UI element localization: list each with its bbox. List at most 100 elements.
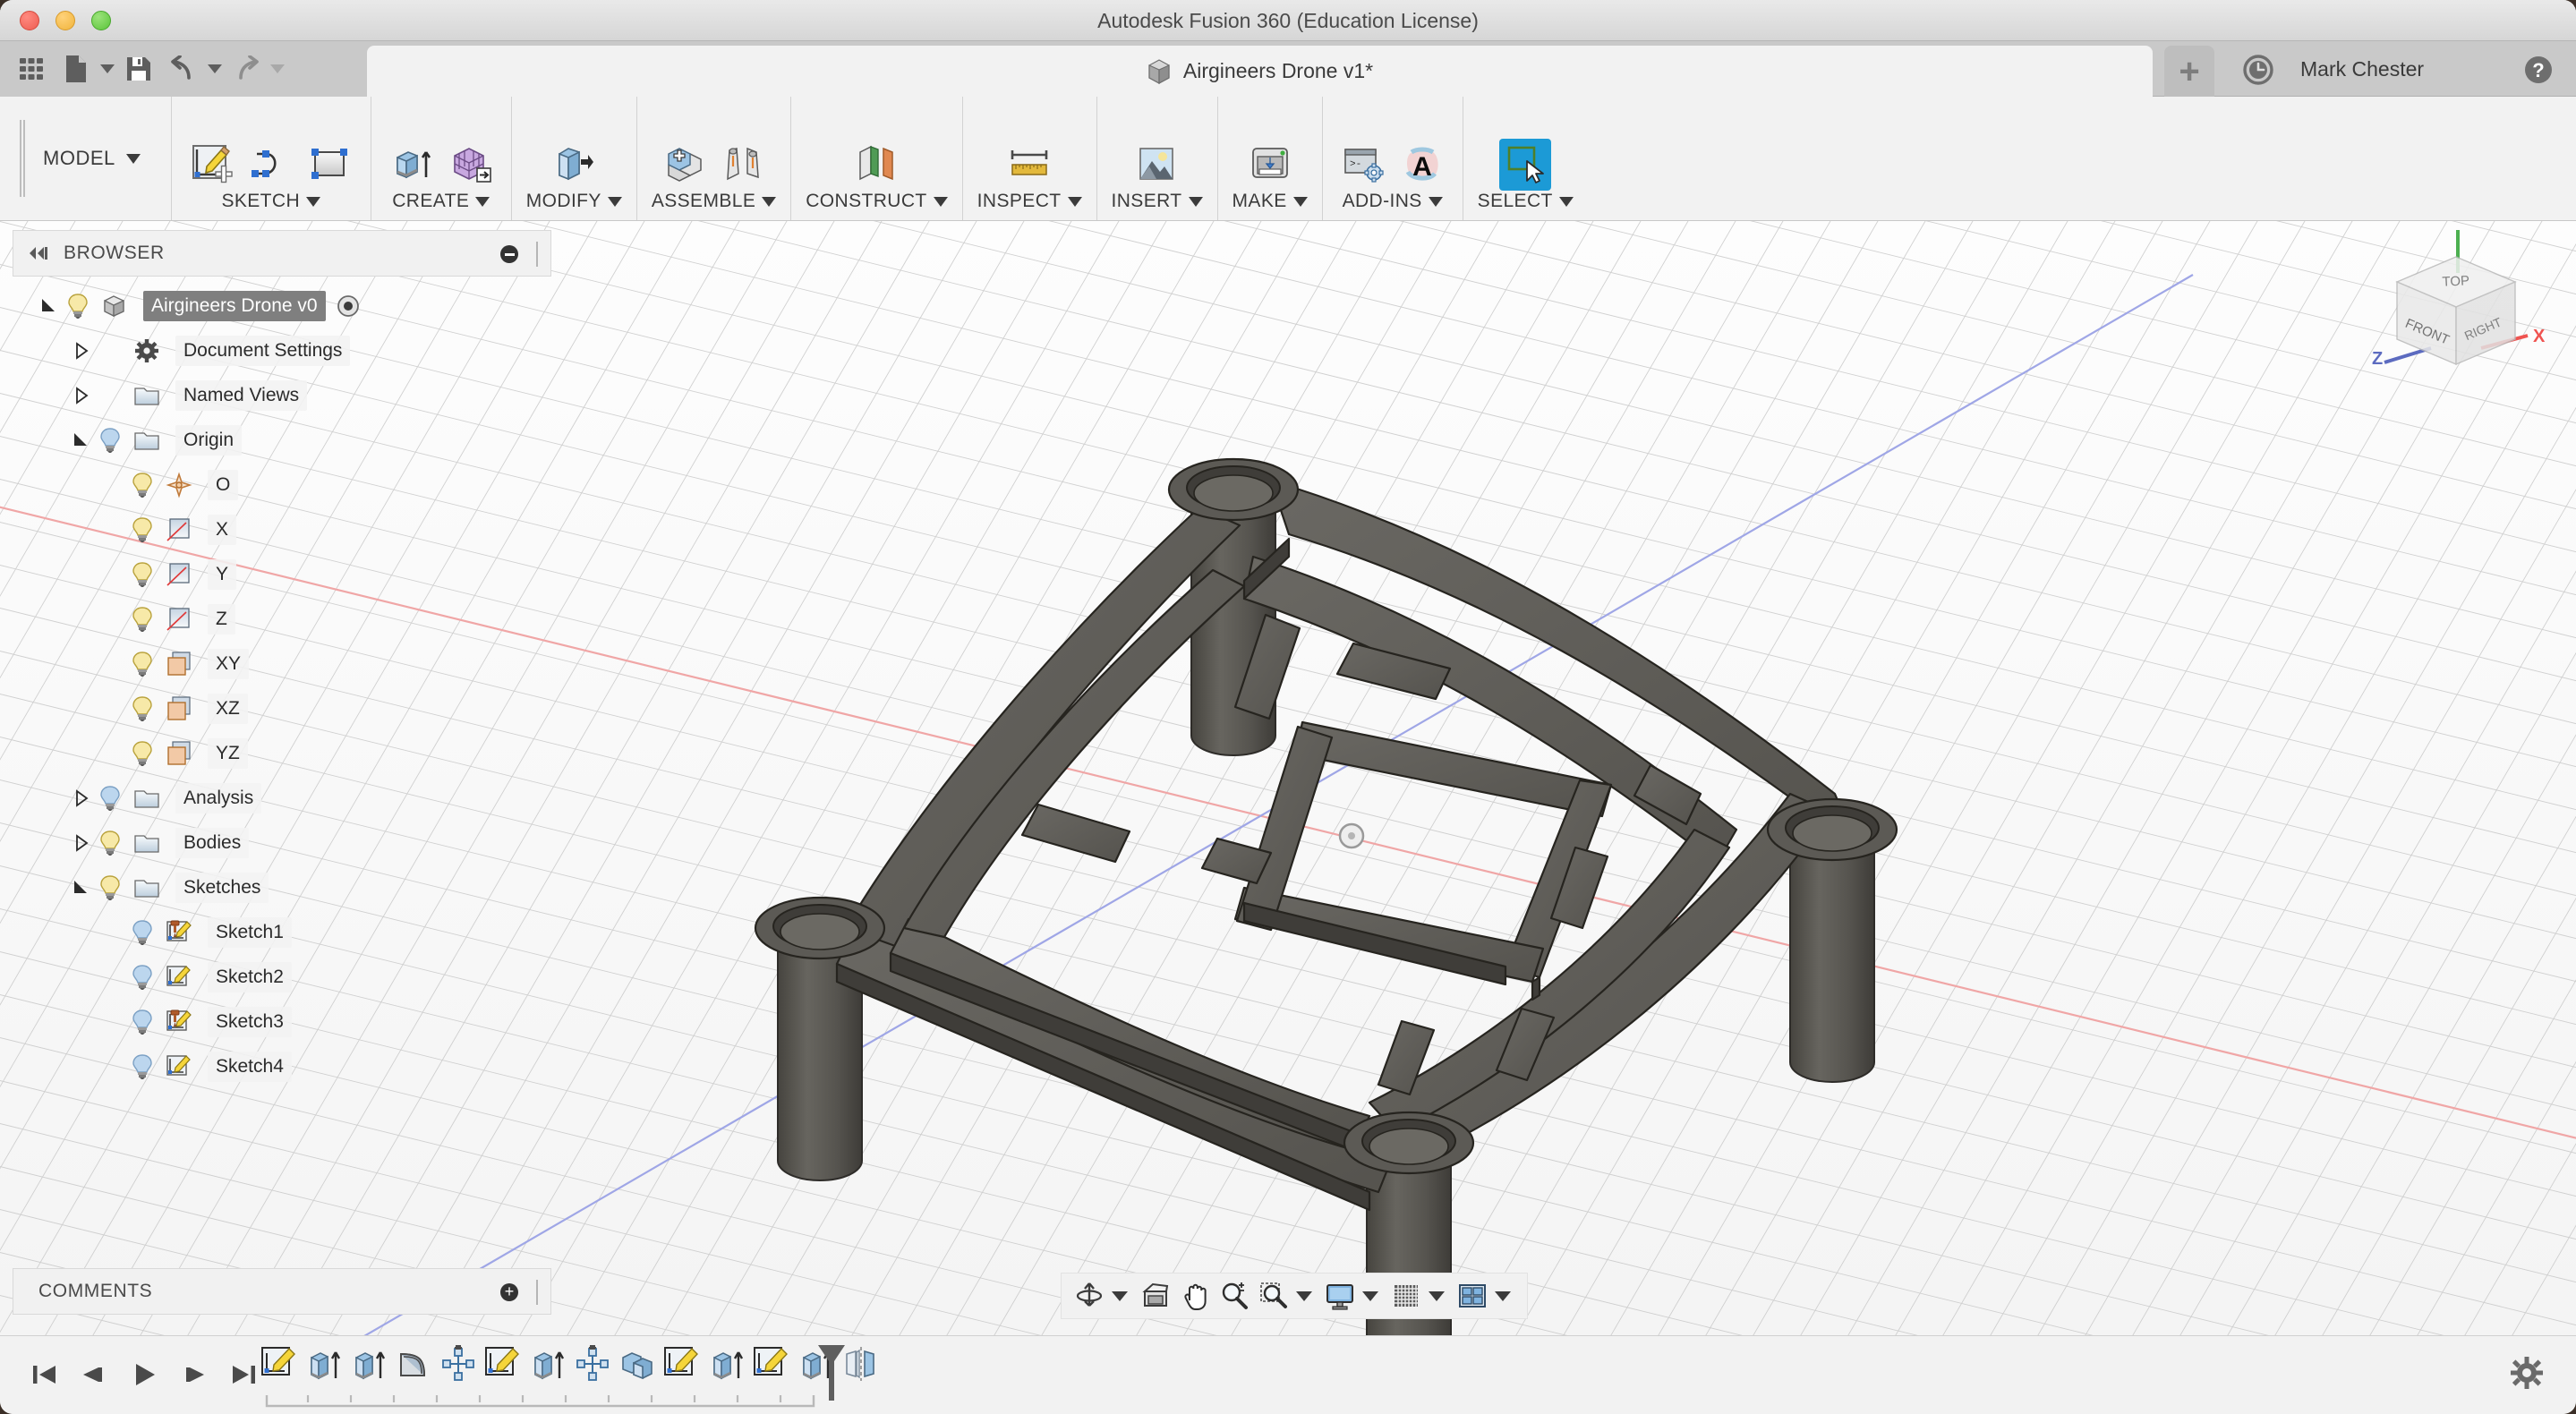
- browser-tree-item[interactable]: Sketch3: [13, 1000, 551, 1044]
- visibility-bulb-icon[interactable]: [131, 919, 154, 946]
- visibility-bulb-icon[interactable]: [98, 785, 122, 812]
- display-settings-icon[interactable]: [1321, 1277, 1359, 1315]
- browser-tree-item[interactable]: Bodies: [13, 821, 551, 865]
- 3d-print-icon[interactable]: [1244, 139, 1296, 191]
- browser-tree-item[interactable]: XY: [13, 642, 551, 686]
- visibility-bulb-icon[interactable]: [98, 830, 122, 856]
- collapse-panel-icon[interactable]: [26, 244, 51, 262]
- chevron-down-icon[interactable]: [1428, 196, 1443, 207]
- new-tab-button[interactable]: +: [2164, 46, 2214, 97]
- timeline-feature-extrude-icon[interactable]: [349, 1345, 388, 1384]
- browser-tree-item[interactable]: Analysis: [13, 776, 551, 821]
- zoom-icon[interactable]: [1215, 1277, 1253, 1315]
- redo-icon[interactable]: [226, 48, 267, 89]
- browser-tree-item[interactable]: Z: [13, 597, 551, 642]
- browser-resize-grip[interactable]: [536, 242, 540, 267]
- go-to-end-icon[interactable]: [229, 1359, 260, 1392]
- help-icon[interactable]: ?: [2522, 54, 2555, 86]
- measure-icon[interactable]: [1003, 139, 1055, 191]
- spline-icon[interactable]: [245, 139, 297, 191]
- zoom-window-icon[interactable]: [1255, 1277, 1292, 1315]
- visibility-bulb-icon[interactable]: [131, 516, 154, 543]
- timeline-feature-extrude-icon[interactable]: [707, 1345, 746, 1384]
- play-icon[interactable]: [129, 1359, 159, 1392]
- expand-toggle-icon[interactable]: [72, 341, 91, 361]
- timeline-feature-pattern-icon[interactable]: [573, 1345, 612, 1384]
- app-grid-icon[interactable]: [11, 48, 52, 89]
- visibility-bulb-icon[interactable]: [131, 695, 154, 722]
- job-status-clock-icon[interactable]: [2242, 54, 2274, 86]
- expand-toggle-icon[interactable]: [72, 430, 91, 450]
- pattern-icon[interactable]: [445, 139, 497, 191]
- step-forward-icon[interactable]: [179, 1359, 209, 1392]
- browser-tree-item[interactable]: Sketch2: [13, 955, 551, 1000]
- browser-tree-item[interactable]: Y: [13, 552, 551, 597]
- chevron-down-icon[interactable]: [933, 196, 948, 207]
- insert-canvas-icon[interactable]: [1131, 139, 1183, 191]
- visibility-bulb-icon[interactable]: [131, 651, 154, 677]
- viewports-dropdown-caret[interactable]: [1495, 1290, 1511, 1301]
- app-store-icon[interactable]: A: [1396, 139, 1448, 191]
- visibility-bulb-icon[interactable]: [131, 740, 154, 767]
- expand-toggle-icon[interactable]: [39, 296, 59, 316]
- chevron-down-icon[interactable]: [306, 196, 321, 207]
- browser-tree-item[interactable]: YZ: [13, 731, 551, 776]
- go-to-beginning-icon[interactable]: [29, 1359, 59, 1392]
- browser-tree-item[interactable]: Origin: [13, 418, 551, 463]
- browser-tree-item[interactable]: XZ: [13, 686, 551, 731]
- rectangle-icon[interactable]: [304, 139, 356, 191]
- timeline-feature-extrude-icon[interactable]: [304, 1345, 344, 1384]
- chevron-down-icon[interactable]: [762, 196, 777, 207]
- comments-resize-grip[interactable]: [536, 1280, 540, 1305]
- browser-tree-item[interactable]: O: [13, 463, 551, 507]
- grid-dropdown-caret[interactable]: [1429, 1290, 1445, 1301]
- timeline-marker[interactable]: [816, 1343, 847, 1402]
- chevron-down-icon[interactable]: [1067, 196, 1082, 207]
- timeline-feature-mirror-icon[interactable]: [841, 1345, 881, 1384]
- browser-tree-item[interactable]: Sketch1: [13, 910, 551, 955]
- orbit-dropdown-caret[interactable]: [1112, 1290, 1128, 1301]
- timeline-feature-sketch-icon[interactable]: [483, 1345, 523, 1384]
- display-dropdown-caret[interactable]: [1362, 1290, 1378, 1301]
- browser-tree-item[interactable]: Document Settings: [13, 328, 551, 373]
- browser-tree-item[interactable]: Sketches: [13, 865, 551, 910]
- offset-plane-icon[interactable]: [850, 139, 902, 191]
- visibility-bulb-icon[interactable]: [98, 427, 122, 454]
- visibility-bulb-icon[interactable]: [131, 1009, 154, 1035]
- visibility-bulb-icon[interactable]: [131, 561, 154, 588]
- chevron-down-icon[interactable]: [607, 196, 622, 207]
- chevron-down-icon[interactable]: [1558, 196, 1574, 207]
- press-pull-icon[interactable]: [548, 139, 600, 191]
- view-cube[interactable]: X Z TOP FRONT RIGHT: [2349, 221, 2563, 400]
- chevron-down-icon[interactable]: [1188, 196, 1203, 207]
- undo-icon[interactable]: [163, 48, 204, 89]
- save-icon[interactable]: [118, 48, 159, 89]
- activate-component-radio[interactable]: [337, 294, 360, 318]
- redo-dropdown-caret[interactable]: [270, 64, 285, 73]
- orbit-icon[interactable]: [1070, 1277, 1108, 1315]
- visibility-bulb-icon[interactable]: [131, 964, 154, 991]
- timeline-feature-sketch-icon[interactable]: [752, 1345, 791, 1384]
- document-tab[interactable]: Airgineers Drone v1*: [367, 46, 2153, 97]
- 3d-viewport[interactable]: BROWSER Airgineers Drone v0 Document Set…: [0, 221, 2576, 1335]
- timeline-feature-sketch-icon[interactable]: [662, 1345, 702, 1384]
- look-at-icon[interactable]: [1137, 1277, 1174, 1315]
- timeline-feature-extrude-icon[interactable]: [528, 1345, 567, 1384]
- undo-dropdown-caret[interactable]: [208, 64, 222, 73]
- viewports-icon[interactable]: [1454, 1277, 1491, 1315]
- expand-toggle-icon[interactable]: [72, 788, 91, 808]
- new-component-icon[interactable]: [659, 139, 711, 191]
- visibility-bulb-icon[interactable]: [98, 874, 122, 901]
- select-window-icon[interactable]: [1499, 139, 1552, 191]
- browser-tree-item[interactable]: X: [13, 507, 551, 552]
- create-sketch-icon[interactable]: [186, 139, 238, 191]
- ribbon-grip[interactable]: [20, 120, 25, 197]
- visibility-bulb-icon[interactable]: [131, 1053, 154, 1080]
- browser-minimize-icon[interactable]: [500, 245, 518, 263]
- expand-toggle-icon[interactable]: [72, 386, 91, 405]
- pan-icon[interactable]: [1176, 1277, 1214, 1315]
- comments-panel[interactable]: COMMENTS +: [13, 1268, 551, 1315]
- add-comment-icon[interactable]: +: [500, 1283, 518, 1301]
- grid-snaps-icon[interactable]: [1387, 1277, 1425, 1315]
- chevron-down-icon[interactable]: [475, 196, 490, 207]
